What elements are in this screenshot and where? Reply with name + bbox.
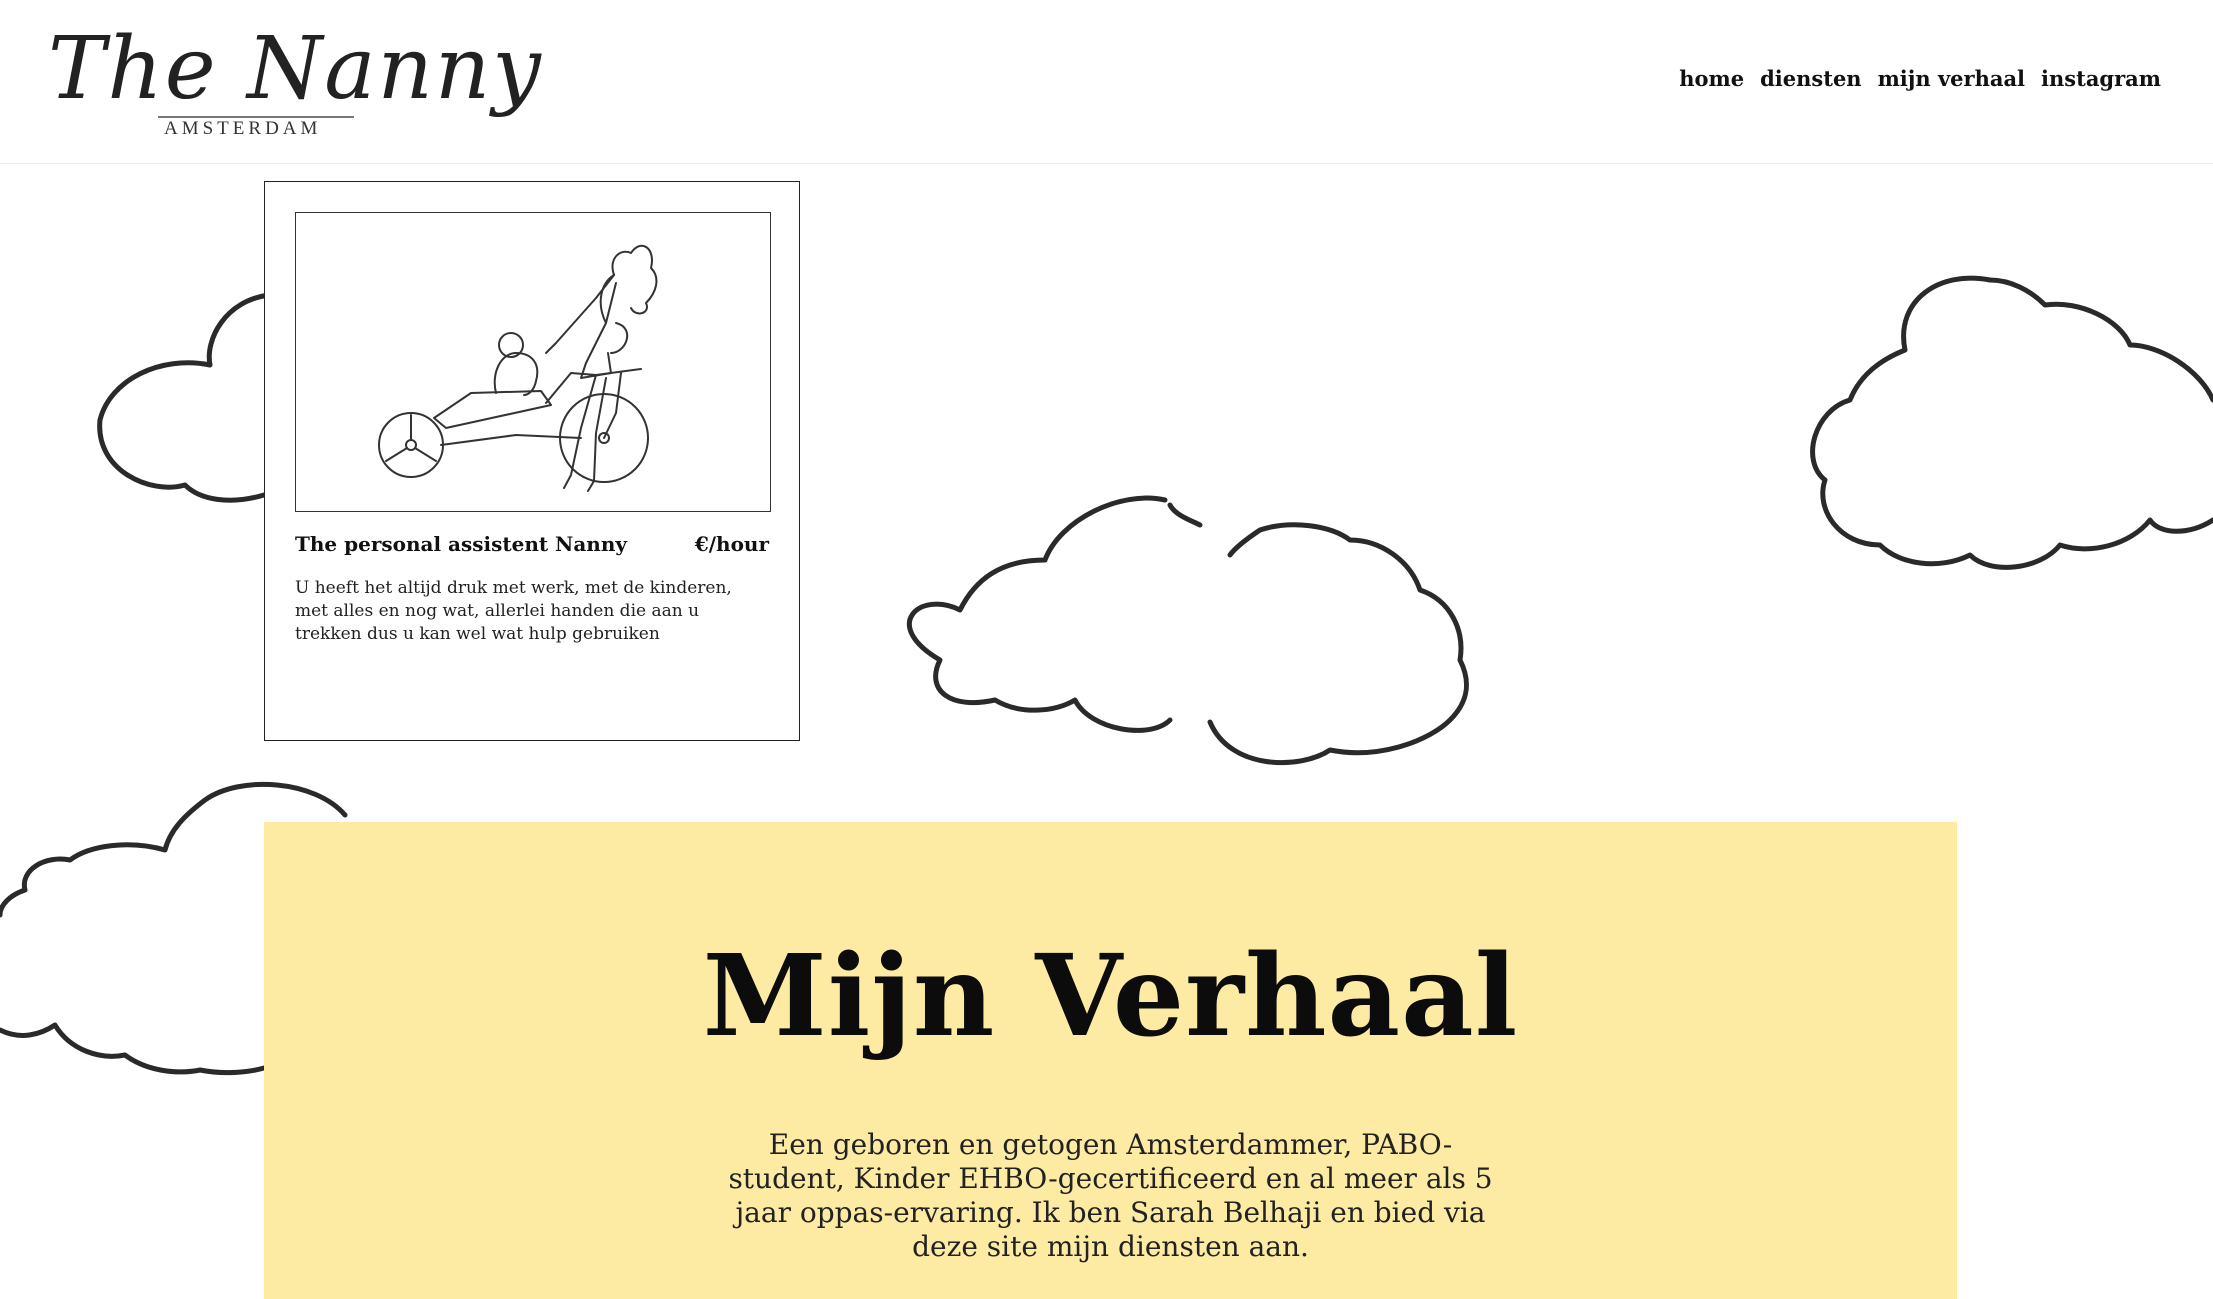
nav-home[interactable]: home	[1679, 66, 1744, 91]
nav-mijn-verhaal[interactable]: mijn verhaal	[1878, 66, 2025, 91]
cloud-center	[906, 495, 1470, 766]
service-price: €/hour	[694, 532, 769, 556]
service-card-image[interactable]	[295, 212, 771, 512]
nanny-bike-illustration	[378, 244, 658, 492]
service-card[interactable]: The personal assistent Nanny €/hour U he…	[264, 181, 800, 741]
bike-cargo-box	[433, 390, 552, 429]
nav-diensten[interactable]: diensten	[1760, 66, 1861, 91]
logo-script: The Nanny	[48, 19, 543, 119]
story-text: Een geboren en getogen Amsterdammer, PAB…	[728, 1128, 1493, 1263]
cloud-right	[1810, 275, 2213, 570]
child-figure	[493, 352, 539, 396]
mijn-verhaal-section: Mijn Verhaal Een geboren en getogen Amst…	[264, 822, 1957, 1299]
main-nav: home diensten mijn verhaal instagram	[1679, 66, 2161, 91]
nav-instagram[interactable]: instagram	[2041, 66, 2161, 91]
site-header: The Nanny AMSTERDAM home diensten mijn v…	[0, 0, 2213, 164]
story-title: Mijn Verhaal	[702, 931, 1519, 1062]
logo-subtitle: AMSTERDAM	[164, 118, 322, 139]
cloud-left-top	[97, 292, 273, 503]
service-description: U heeft het altijd druk met werk, met de…	[295, 578, 732, 644]
logo[interactable]: The Nanny AMSTERDAM	[48, 14, 541, 144]
service-title: The personal assistent Nanny	[295, 532, 628, 556]
